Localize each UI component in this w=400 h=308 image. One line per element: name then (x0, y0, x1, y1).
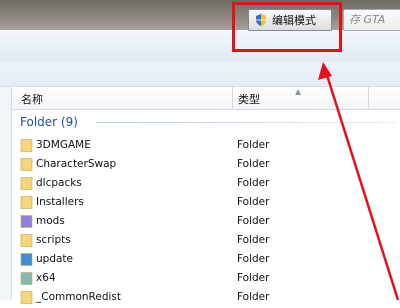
folder-icon (20, 215, 33, 228)
file-name: mods (36, 215, 65, 227)
file-type: Folder (237, 139, 270, 151)
file-type: Folder (237, 215, 270, 227)
folder-icon (20, 177, 33, 190)
file-name: Installers (36, 196, 84, 208)
file-name: scripts (36, 234, 71, 246)
group-line (96, 122, 396, 123)
list-item[interactable]: Installers Folder (20, 194, 400, 213)
column-divider[interactable] (368, 87, 369, 109)
file-name: update (36, 253, 73, 265)
file-type: Folder (237, 253, 270, 265)
folder-icon (20, 272, 33, 285)
list-item[interactable]: update Folder (20, 251, 400, 270)
file-type: Folder (237, 291, 270, 303)
list-item[interactable]: mods Folder (20, 213, 400, 232)
column-type-header[interactable]: 类型 (238, 91, 260, 107)
address-bar-area (0, 62, 400, 86)
file-name: 3DMGAME (36, 139, 91, 151)
column-header: 名称 类型 ▲ (12, 87, 400, 110)
list-item[interactable]: scripts Folder (20, 232, 400, 251)
gta-button[interactable]: 存 GTA (343, 9, 400, 31)
navigation-pane[interactable] (0, 87, 12, 300)
file-type: Folder (237, 196, 270, 208)
folder-icon (20, 234, 33, 247)
folder-icon (20, 196, 33, 209)
column-divider[interactable] (232, 87, 233, 109)
file-name: dlcpacks (36, 177, 82, 189)
file-name: CharacterSwap (36, 158, 117, 170)
column-name-header[interactable]: 名称 (21, 91, 43, 107)
group-header[interactable]: Folder (9) (20, 115, 78, 129)
highlight-box (232, 2, 342, 52)
file-list: 3DMGAME Folder CharacterSwap Folder dlcpacks… (20, 137, 400, 308)
list-item[interactable]: dlcpacks Folder (20, 175, 400, 194)
folder-icon (20, 291, 33, 304)
folder-icon (20, 253, 33, 266)
file-type: Folder (237, 158, 270, 170)
list-item[interactable]: 3DMGAME Folder (20, 137, 400, 156)
folder-icon (20, 158, 33, 171)
list-item[interactable]: x64 Folder (20, 270, 400, 289)
folder-icon (20, 139, 33, 152)
list-item[interactable]: CharacterSwap Folder (20, 156, 400, 175)
file-type: Folder (237, 272, 270, 284)
file-type: Folder (237, 234, 270, 246)
file-name: x64 (36, 272, 56, 284)
sort-up-icon: ▲ (295, 87, 302, 96)
file-type: Folder (237, 177, 270, 189)
file-name: _CommonRedist (36, 291, 121, 303)
list-item[interactable]: _CommonRedist Folder (20, 289, 400, 308)
